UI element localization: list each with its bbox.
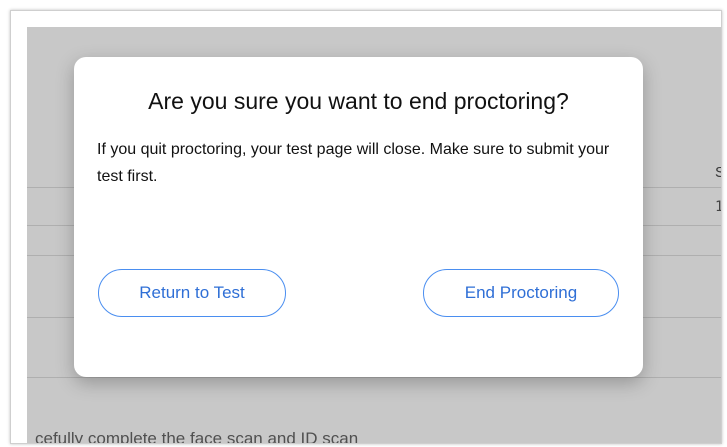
end-proctoring-button[interactable]: End Proctoring [423,269,619,317]
dialog-title: Are you sure you want to end proctoring? [148,88,569,114]
page-backdrop: S 1 cefully complete the face scan and I… [27,27,721,443]
dialog-message: If you quit proctoring, your test page w… [97,141,610,185]
end-proctoring-dialog: Are you sure you want to end proctoring?… [74,57,643,377]
return-to-test-button[interactable]: Return to Test [98,269,286,317]
screenshot-frame: S 1 cefully complete the face scan and I… [10,10,722,444]
